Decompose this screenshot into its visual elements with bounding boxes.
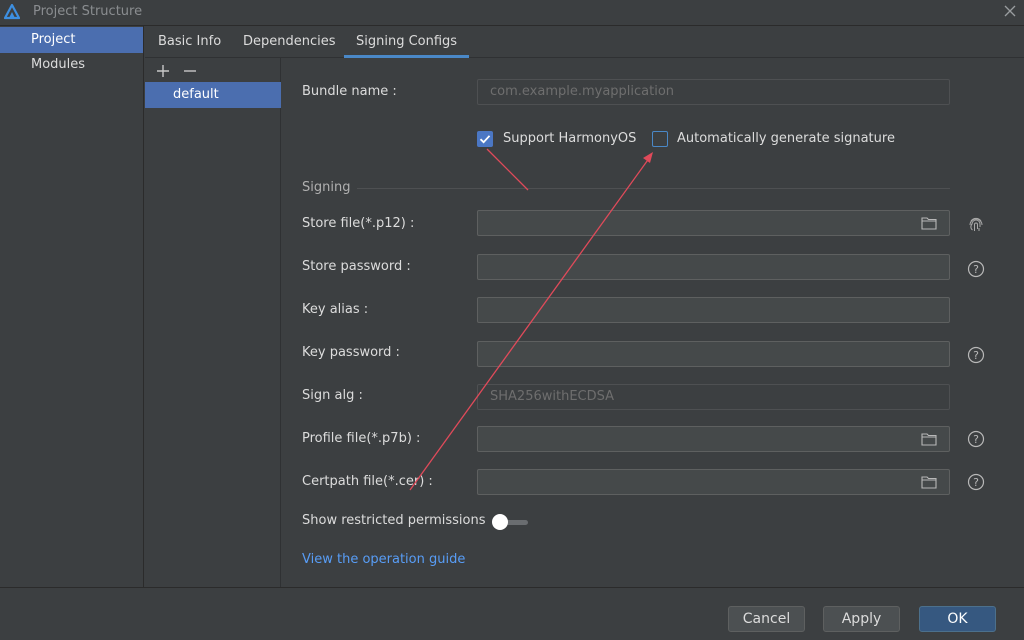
signing-form: Bundle name : com.example.myapplication … — [281, 58, 1024, 587]
tab-basic-info[interactable]: Basic Info — [158, 26, 221, 58]
plus-icon[interactable] — [154, 62, 172, 80]
bundle-name-label: Bundle name : — [302, 84, 397, 99]
close-icon[interactable] — [1002, 3, 1018, 19]
show-restricted-label: Show restricted permissions — [302, 513, 486, 528]
app-logo-icon — [4, 4, 20, 20]
fingerprint-icon[interactable] — [967, 215, 985, 233]
bundle-name-field: com.example.myapplication — [477, 79, 950, 105]
help-icon[interactable]: ? — [967, 430, 985, 448]
tabs-bar: Basic Info Dependencies Signing Configs — [145, 26, 1024, 58]
tab-signing-configs[interactable]: Signing Configs — [343, 26, 470, 58]
key-password-label: Key password : — [302, 345, 400, 360]
folder-icon[interactable] — [921, 432, 937, 446]
ok-button[interactable]: OK — [919, 606, 996, 632]
svg-text:?: ? — [973, 433, 979, 446]
svg-text:?: ? — [973, 263, 979, 276]
support-harmonyos-checkbox[interactable] — [477, 131, 493, 147]
nav-item-project[interactable]: Project — [0, 27, 143, 53]
help-icon[interactable]: ? — [967, 346, 985, 364]
signing-section-title: Signing — [302, 180, 351, 195]
folder-icon[interactable] — [921, 216, 937, 230]
key-alias-field[interactable] — [477, 297, 950, 323]
store-file-label: Store file(*.p12) : — [302, 216, 415, 231]
svg-text:?: ? — [973, 476, 979, 489]
section-divider — [357, 188, 950, 189]
profile-file-field[interactable] — [477, 426, 950, 452]
store-password-label: Store password : — [302, 259, 411, 274]
auto-generate-signature-label: Automatically generate signature — [677, 131, 895, 146]
apply-button[interactable]: Apply — [823, 606, 900, 632]
key-alias-label: Key alias : — [302, 302, 369, 317]
checkmark-icon — [479, 135, 491, 144]
nav-item-modules[interactable]: Modules — [0, 52, 143, 78]
certpath-file-label: Certpath file(*.cer) : — [302, 474, 433, 489]
key-password-field[interactable] — [477, 341, 950, 367]
title-bar: Project Structure — [0, 0, 1024, 26]
certpath-file-field[interactable] — [477, 469, 950, 495]
config-item-default[interactable]: default — [145, 82, 281, 108]
cancel-button[interactable]: Cancel — [728, 606, 805, 632]
left-nav: Project Modules — [0, 26, 144, 587]
sign-alg-label: Sign alg : — [302, 388, 363, 403]
folder-icon[interactable] — [921, 475, 937, 489]
window-title: Project Structure — [33, 4, 143, 19]
toggle-knob — [492, 514, 508, 530]
svg-text:?: ? — [973, 349, 979, 362]
help-icon[interactable]: ? — [967, 260, 985, 278]
support-harmonyos-label: Support HarmonyOS — [503, 131, 637, 146]
store-file-field[interactable] — [477, 210, 950, 236]
help-icon[interactable]: ? — [967, 473, 985, 491]
sign-alg-field: SHA256withECDSA — [477, 384, 950, 410]
minus-icon[interactable] — [181, 62, 199, 80]
store-password-field[interactable] — [477, 254, 950, 280]
show-restricted-toggle[interactable] — [490, 514, 530, 530]
dialog-button-bar: Cancel Apply OK — [0, 587, 1024, 640]
auto-generate-signature-checkbox[interactable] — [652, 131, 668, 147]
tab-dependencies[interactable]: Dependencies — [243, 26, 336, 58]
signing-config-list: default — [145, 58, 281, 587]
operation-guide-link[interactable]: View the operation guide — [302, 552, 465, 567]
profile-file-label: Profile file(*.p7b) : — [302, 431, 421, 446]
